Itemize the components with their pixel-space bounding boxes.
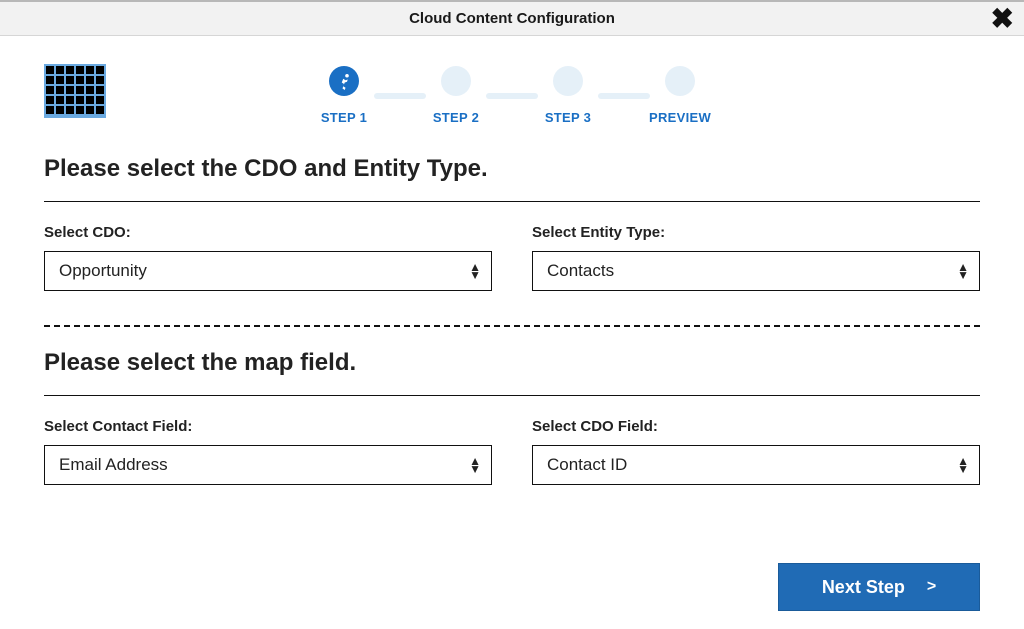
divider xyxy=(44,395,980,396)
step-connector xyxy=(374,93,426,99)
select-stepper-icon: ▲▼ xyxy=(469,457,481,473)
select-cdo[interactable]: Opportunity ▲▼ xyxy=(44,251,492,291)
field-select-entity: Select Entity Type: Contacts ▲▼ xyxy=(532,224,980,291)
next-step-button[interactable]: Next Step > xyxy=(778,563,980,611)
select-contact-field[interactable]: Email Address ▲▼ xyxy=(44,445,492,485)
select-cdo-field[interactable]: Contact ID ▲▼ xyxy=(532,445,980,485)
field-row-1: Select CDO: Opportunity ▲▼ Select Entity… xyxy=(44,224,980,291)
step-connector xyxy=(486,93,538,99)
stepper: STEP 1 STEP 2 STEP 3 PREVIEW xyxy=(44,60,980,125)
field-select-cdo: Select CDO: Opportunity ▲▼ xyxy=(44,224,492,291)
modal-body: STEP 1 STEP 2 STEP 3 PREVIEW xyxy=(0,36,1024,629)
close-icon[interactable]: ✖ xyxy=(991,5,1014,33)
modal-header: Cloud Content Configuration ✖ xyxy=(0,0,1024,36)
section-heading-cdo: Please select the CDO and Entity Type. xyxy=(44,155,980,183)
select-cdo-field-value: Contact ID xyxy=(547,455,627,475)
next-step-label: Next Step xyxy=(822,577,905,598)
label-select-contact-field: Select Contact Field: xyxy=(44,418,492,435)
field-select-contact-field: Select Contact Field: Email Address ▲▼ xyxy=(44,418,492,485)
step-label: PREVIEW xyxy=(649,110,711,125)
select-entity-type[interactable]: Contacts ▲▼ xyxy=(532,251,980,291)
step-preview[interactable]: PREVIEW xyxy=(640,66,720,125)
select-cdo-value: Opportunity xyxy=(59,261,147,281)
select-stepper-icon: ▲▼ xyxy=(957,263,969,279)
top-row: STEP 1 STEP 2 STEP 3 PREVIEW xyxy=(44,60,980,125)
select-contact-field-value: Email Address xyxy=(59,455,168,475)
label-select-entity: Select Entity Type: xyxy=(532,224,980,241)
step-label: STEP 1 xyxy=(321,110,367,125)
runner-icon xyxy=(335,72,353,90)
field-select-cdo-field: Select CDO Field: Contact ID ▲▼ xyxy=(532,418,980,485)
step-label: STEP 2 xyxy=(433,110,479,125)
divider-dashed xyxy=(44,325,980,327)
step-connector xyxy=(598,93,650,99)
step-label: STEP 3 xyxy=(545,110,591,125)
step-2[interactable]: STEP 2 xyxy=(416,66,496,125)
label-select-cdo: Select CDO: xyxy=(44,224,492,241)
modal-title: Cloud Content Configuration xyxy=(409,10,615,27)
select-entity-value: Contacts xyxy=(547,261,614,281)
select-stepper-icon: ▲▼ xyxy=(957,457,969,473)
step-1[interactable]: STEP 1 xyxy=(304,66,384,125)
step-3[interactable]: STEP 3 xyxy=(528,66,608,125)
select-stepper-icon: ▲▼ xyxy=(469,263,481,279)
section-heading-map: Please select the map field. xyxy=(44,349,980,377)
field-row-2: Select Contact Field: Email Address ▲▼ S… xyxy=(44,418,980,485)
label-select-cdo-field: Select CDO Field: xyxy=(532,418,980,435)
chevron-right-icon: > xyxy=(927,578,936,596)
divider xyxy=(44,201,980,202)
